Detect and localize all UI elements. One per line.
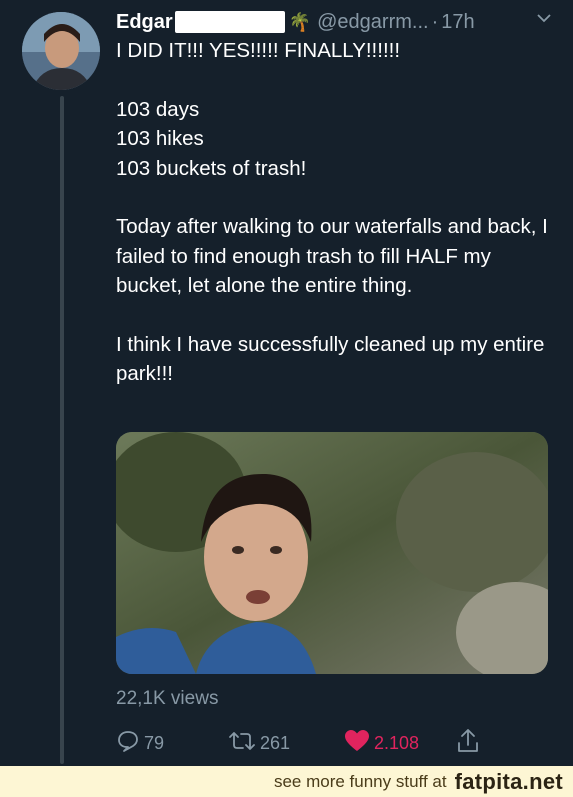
banner-text: see more funny stuff at — [273, 771, 447, 791]
palm-tree-emoji: 🌴 — [288, 11, 312, 32]
author-handle[interactable]: @edgarrm... — [317, 11, 428, 34]
video-frame — [116, 432, 548, 674]
like-count: 2.108 — [374, 732, 420, 753]
retweet-count: 261 — [260, 732, 291, 753]
tweet-actions: 79 261 2.108 — [116, 728, 556, 758]
banner-brand[interactable]: fatpita.net — [455, 769, 563, 795]
tweet-paragraph: 103 days 103 hikes 103 buckets of trash! — [116, 97, 307, 180]
share-icon — [456, 728, 484, 759]
tweet-paragraph: I DID IT!!! YES!!!!! FINALLY!!!!!! — [116, 39, 401, 62]
redacted-name — [174, 11, 285, 33]
author-name[interactable]: Edgar — [116, 11, 173, 34]
share-button[interactable] — [456, 728, 484, 758]
reply-count: 79 — [144, 732, 165, 753]
heart-icon — [344, 729, 374, 758]
like-button[interactable]: 2.108 — [344, 728, 419, 758]
watermark-banner: see more funny stuff at fatpita.net — [0, 766, 573, 797]
tweet-paragraph: Today after walking to our waterfalls an… — [116, 215, 548, 297]
thread-line — [60, 96, 64, 764]
reply-icon — [116, 729, 144, 758]
tweet-text: I DID IT!!! YES!!!!! FINALLY!!!!!! 103 d… — [116, 36, 556, 389]
retweet-button[interactable]: 261 — [228, 728, 290, 758]
reply-button[interactable]: 79 — [116, 728, 164, 758]
retweet-icon — [228, 729, 260, 758]
separator-dot: · — [431, 10, 439, 33]
tweet-time[interactable]: 17h — [441, 11, 474, 34]
video-thumbnail[interactable] — [116, 432, 548, 674]
view-count: 22,1K views — [116, 688, 219, 709]
avatar-image — [22, 12, 100, 90]
tweet-paragraph: I think I have successfully cleaned up m… — [116, 332, 545, 386]
chevron-down-icon[interactable] — [536, 10, 552, 31]
tweet-header: Edgar 🌴 @edgarrm... · 17h — [116, 8, 556, 36]
avatar[interactable] — [22, 12, 100, 90]
